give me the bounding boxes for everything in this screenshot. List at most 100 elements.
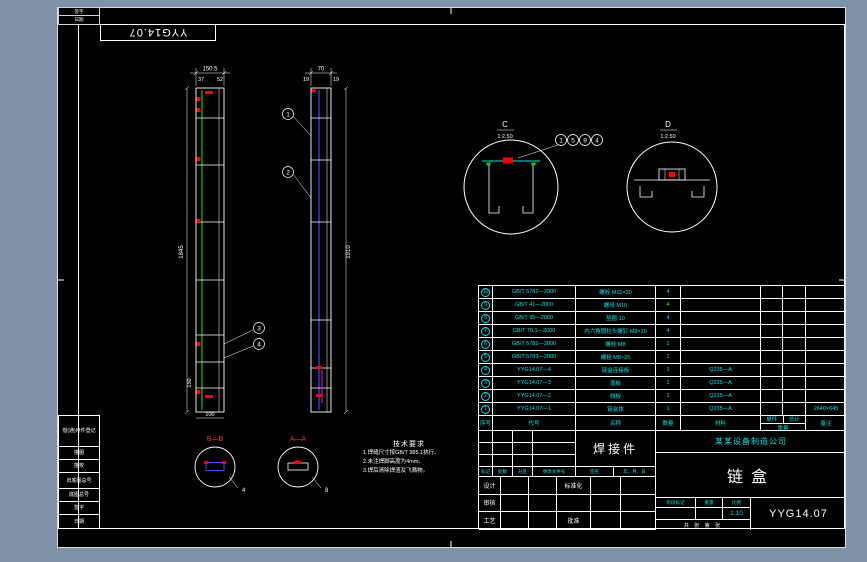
bom-code: YYG14.07—4 xyxy=(493,364,576,377)
rev-header: 分区 xyxy=(513,467,533,477)
revision-grid xyxy=(479,431,576,467)
notes-line: 1.焊缝尺寸按GB/T 985.1执行。 xyxy=(363,450,440,456)
bom-code: GB/T 5782—2000 xyxy=(493,338,576,351)
bom-item-number: 2 xyxy=(481,391,490,401)
bom-header-row: 序号 代号 名称 数量 材料 单件 总计 重量 备注 xyxy=(479,416,846,431)
bom-material xyxy=(681,286,761,299)
sign-design: 设计 xyxy=(479,477,501,495)
bom-row: 6 GB/T 5782—2000 螺栓 M8 1 xyxy=(479,338,846,351)
drawing-number: YYG14.07 xyxy=(769,508,828,520)
rev-header: 标记 xyxy=(479,467,493,477)
bom-code: GB/T 5783—2000 xyxy=(493,351,576,364)
bom-item-number: 3 xyxy=(481,378,490,388)
corner-drawing-number: YYG14.07 xyxy=(100,24,216,41)
bom-material: Q235—A xyxy=(681,390,761,403)
bom-qty: 1 xyxy=(656,351,681,364)
margin-row: 描图 xyxy=(58,447,100,460)
bom-header-total: 总计 xyxy=(788,416,800,423)
bom-name: 盖板 xyxy=(576,377,656,390)
bom-item-number: 10 xyxy=(481,287,490,297)
bom-qty: 1 xyxy=(656,403,681,416)
margin-top-row: 日期 xyxy=(58,16,100,25)
bom-qty: 4 xyxy=(656,299,681,312)
rev-header: 年、月、日 xyxy=(614,467,656,477)
bom-remark xyxy=(806,390,846,403)
bom-row: 3 YYG14.07—3 盖板 1 Q235—A xyxy=(479,377,846,390)
bom-header-remark: 备注 xyxy=(806,416,846,431)
bom-material: Q235—A xyxy=(681,403,761,416)
bom-code: GB/T 95—2000 xyxy=(493,312,576,325)
bom-qty: 1 xyxy=(656,377,681,390)
signature-grid: 设计 标准化 审核 工艺 批准 xyxy=(479,477,656,530)
bom-material xyxy=(681,312,761,325)
sign-standard: 标准化 xyxy=(557,477,591,495)
notes-line: 2.未注焊脚高度为4mm。 xyxy=(363,459,424,465)
bom-header-no: 序号 xyxy=(479,416,493,431)
rev-header: 处数 xyxy=(493,467,513,477)
margin-row: 旧底图总号 xyxy=(58,473,100,489)
bom-code: YYG14.07—3 xyxy=(493,377,576,390)
bom-item-number: 1 xyxy=(481,404,490,414)
bom-remark xyxy=(806,286,846,299)
rev-header: 签名 xyxy=(576,467,614,477)
scale-label: 比例 xyxy=(723,498,751,508)
bom-row: 10 GB/T 5782—2000 螺栓 M10×30 4 xyxy=(479,286,846,299)
bom-item-number: 6 xyxy=(481,339,490,349)
bom-qty: 1 xyxy=(656,390,681,403)
bom-material xyxy=(681,351,761,364)
bom-code: GB/T 41—2000 xyxy=(493,299,576,312)
company-name: 某某设备制造公司 xyxy=(656,431,846,453)
technical-notes: 技术要求 1.焊缝尺寸按GB/T 985.1执行。 2.未注焊脚高度为4mm。 … xyxy=(363,439,475,476)
notes-line: 3.焊后清除焊渣及飞溅物。 xyxy=(363,468,429,474)
stage-label: 阶段标记 xyxy=(656,498,696,508)
bom-row: 8 GB/T 95—2000 垫圈 10 4 xyxy=(479,312,846,325)
sign-craft: 工艺 xyxy=(479,512,501,530)
margin-table: 借(通)用件登记 描图 描校 旧底图总号 底图总号 签字 日期 xyxy=(58,415,100,529)
bom-code: YYG14.07—2 xyxy=(493,390,576,403)
bom-qty: 1 xyxy=(656,338,681,351)
bom-material xyxy=(681,325,761,338)
bom-header-qty: 数量 xyxy=(656,416,681,431)
bom-remark xyxy=(806,351,846,364)
sign-audit: 审核 xyxy=(479,494,501,513)
bom-name: 螺栓 M10×30 xyxy=(576,286,656,299)
part-name: 链盒 xyxy=(656,453,846,498)
bom-name: 链盒体 xyxy=(576,403,656,416)
bom-table: 10 GB/T 5782—2000 螺栓 M10×30 4 9 GB/T 41—… xyxy=(478,285,846,431)
bom-row: 2 YYG14.07—2 侧板 1 Q235—A xyxy=(479,390,846,403)
bom-material: Q235—A xyxy=(681,377,761,390)
bom-name: 垫圈 10 xyxy=(576,312,656,325)
bom-remark xyxy=(806,312,846,325)
bom-qty: 4 xyxy=(656,325,681,338)
stage-grid: 阶段标记 重量 比例 1:10 共 张 第 张 xyxy=(656,498,751,530)
bom-row: 5 GB/T 5783—2000 螺栓 M8×25 1 xyxy=(479,351,846,364)
bom-code: GB/T 5782—2000 xyxy=(493,286,576,299)
revision-header-row: 标记 处数 分区 更改文件号 签名 年、月、日 xyxy=(479,467,656,477)
margin-top-row: 签字 xyxy=(58,7,100,16)
bom-item-number: 7 xyxy=(481,326,490,336)
bom-header-unit: 单件 xyxy=(761,416,784,423)
bom-code: GB/T 70.1—2000 xyxy=(493,325,576,338)
sign-approve: 批准 xyxy=(557,512,591,530)
bom-row: 9 GB/T 41—2000 螺母 M10 4 xyxy=(479,299,846,312)
bom-remark xyxy=(806,364,846,377)
title-block: 焊接件 标记 处数 分区 更改文件号 签名 年、月、日 设计 标准化 审核 工艺… xyxy=(478,430,846,530)
rev-header: 更改文件号 xyxy=(533,467,576,477)
bom-remark xyxy=(806,299,846,312)
sheet-count: 共 张 第 张 xyxy=(656,520,751,530)
bom-qty: 1 xyxy=(656,364,681,377)
bom-header-code: 代号 xyxy=(493,416,576,431)
bom-item-number: 4 xyxy=(481,365,490,375)
bom-header-name: 名称 xyxy=(576,416,656,431)
bom-remark xyxy=(806,325,846,338)
margin-row: 底图总号 xyxy=(58,489,100,502)
bom-item-number: 8 xyxy=(481,313,490,323)
bom-row: 1 YYG14.07—1 链盒体 1 Q235—A 2640×645 xyxy=(479,403,846,416)
bom-qty: 4 xyxy=(656,312,681,325)
bom-remark: 2640×645 xyxy=(806,403,846,416)
scale-value: 1:10 xyxy=(723,508,751,520)
bom-remark xyxy=(806,338,846,351)
bom-material xyxy=(681,338,761,351)
bom-material: Q235—A xyxy=(681,364,761,377)
bom-name: 螺栓 M8 xyxy=(576,338,656,351)
